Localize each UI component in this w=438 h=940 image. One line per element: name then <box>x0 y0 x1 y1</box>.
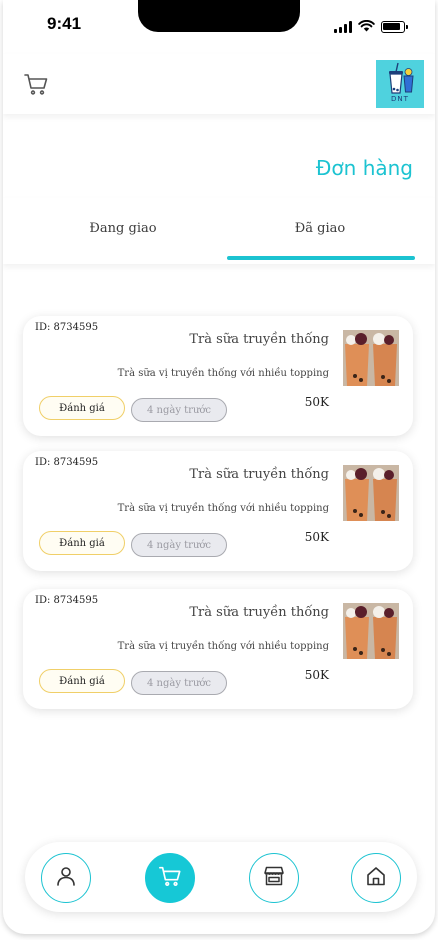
rate-button[interactable]: Đánh giá <box>39 669 125 693</box>
nav-home-button[interactable] <box>351 853 401 903</box>
tab-delivering[interactable]: Đang giao <box>13 198 233 258</box>
page-title: Đơn hàng <box>315 156 413 180</box>
system-icons <box>334 17 408 36</box>
milk-tea-image <box>343 330 399 386</box>
order-id: ID: 8734595 <box>35 595 99 606</box>
battery-icon <box>381 20 408 33</box>
brand-logo: DNT <box>376 60 424 108</box>
product-description: Trà sữa vị truyền thống với nhiều toppin… <box>117 368 329 379</box>
order-card[interactable]: ID: 8734595 Trà sữa truyền thống Trà sữa… <box>23 451 413 571</box>
status-time: 9:41 <box>47 14 82 33</box>
home-icon <box>365 865 387 891</box>
product-price: 50K <box>304 668 329 682</box>
milk-tea-image <box>343 465 399 521</box>
notch <box>138 0 300 32</box>
user-icon <box>55 865 77 891</box>
nav-cart-button[interactable] <box>145 853 195 903</box>
product-price: 50K <box>304 530 329 544</box>
cart-icon <box>158 864 182 892</box>
order-card[interactable]: ID: 8734595 Trà sữa truyền thống Trà sữa… <box>23 316 413 436</box>
cellular-signal-icon <box>334 20 352 33</box>
bottom-navigation <box>25 842 417 912</box>
store-icon <box>262 864 286 892</box>
tab-delivered[interactable]: Đã giao <box>225 198 415 258</box>
status-bar: 9:41 <box>3 0 435 50</box>
milk-tea-image <box>343 603 399 659</box>
rate-button[interactable]: Đánh giá <box>39 396 125 420</box>
time-ago-badge: 4 ngày trước <box>131 398 227 422</box>
product-name: Trà sữa truyền thống <box>189 467 329 482</box>
order-id: ID: 8734595 <box>35 457 99 468</box>
nav-store-button[interactable] <box>249 853 299 903</box>
order-id: ID: 8734595 <box>35 322 99 333</box>
cart-icon[interactable] <box>23 71 49 97</box>
order-card[interactable]: ID: 8734595 Trà sữa truyền thống Trà sữa… <box>23 589 413 709</box>
logo-text: DNT <box>391 95 409 103</box>
product-name: Trà sữa truyền thống <box>189 605 329 620</box>
product-description: Trà sữa vị truyền thống với nhiều toppin… <box>117 641 329 652</box>
app-header: DNT <box>3 54 435 114</box>
wifi-icon <box>358 17 375 36</box>
order-status-tabs: Đang giao Đã giao <box>3 198 435 264</box>
product-name: Trà sữa truyền thống <box>189 332 329 347</box>
time-ago-badge: 4 ngày trước <box>131 671 227 695</box>
product-description: Trà sữa vị truyền thống với nhiều toppin… <box>117 503 329 514</box>
rate-button[interactable]: Đánh giá <box>39 531 125 555</box>
time-ago-badge: 4 ngày trước <box>131 533 227 557</box>
product-price: 50K <box>304 395 329 409</box>
phone-screen: 9:41 DNT Đơn hàng Đang giao Đã giao ID: … <box>3 0 435 934</box>
active-tab-indicator <box>227 256 415 260</box>
nav-profile-button[interactable] <box>41 853 91 903</box>
